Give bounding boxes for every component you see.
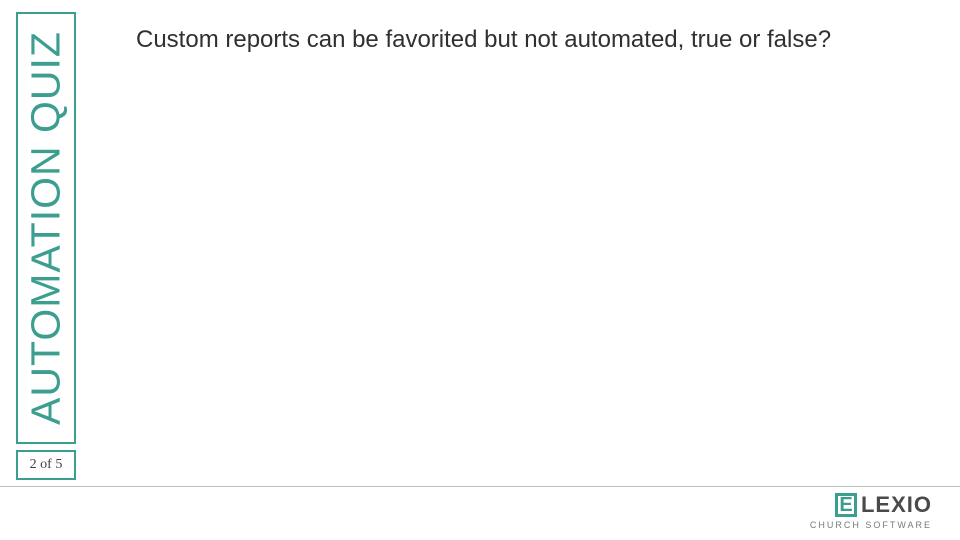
brand-logo-name: LEXIO bbox=[861, 492, 932, 518]
page-indicator: 2 of 5 bbox=[16, 450, 76, 480]
sidebar-title-box: AUTOMATION QUIZ bbox=[16, 12, 76, 444]
brand-logo: E LEXIO CHURCH SOFTWARE bbox=[810, 492, 932, 530]
brand-logo-sub: CHURCH SOFTWARE bbox=[810, 520, 932, 530]
brand-logo-main: E LEXIO bbox=[810, 492, 932, 518]
brand-logo-mark: E bbox=[835, 493, 857, 517]
slide: AUTOMATION QUIZ 2 of 5 Custom reports ca… bbox=[0, 0, 960, 540]
footer-divider bbox=[0, 486, 960, 487]
sidebar-title: AUTOMATION QUIZ bbox=[23, 31, 70, 425]
question-text: Custom reports can be favorited but not … bbox=[136, 24, 920, 55]
